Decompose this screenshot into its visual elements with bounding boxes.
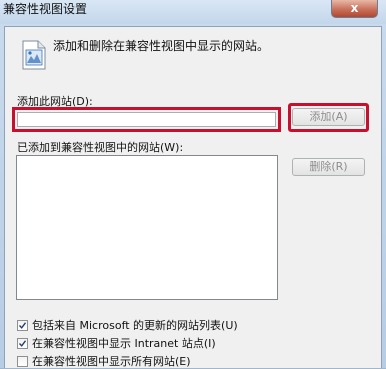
checkbox-label: 在兼容性视图中显示 Intranet 站点(I) <box>32 337 216 350</box>
compat-view-dialog: 兼容性视图设置 x 添加和删除在兼容性视图中显示的网站。 添加此网站(D): 添… <box>0 0 386 368</box>
added-sites-list[interactable] <box>16 155 278 300</box>
checkbox[interactable] <box>17 338 28 349</box>
add-site-label: 添加此网站(D): <box>17 95 93 108</box>
checkbox[interactable] <box>17 356 28 367</box>
add-site-input[interactable] <box>17 112 276 127</box>
checkbox-label: 在兼容性视图中显示所有网站(E) <box>32 355 191 368</box>
added-sites-label: 已添加到兼容性视图中的网站(W): <box>17 141 184 154</box>
delete-button[interactable]: 删除(R) <box>292 158 365 176</box>
close-button[interactable]: x <box>331 0 378 18</box>
checkmark-icon <box>19 322 26 329</box>
close-icon: x <box>350 1 359 15</box>
checkbox-label: 包括来自 Microsoft 的更新的网站列表(U) <box>32 319 238 332</box>
checkbox[interactable] <box>17 320 28 331</box>
window-title: 兼容性视图设置 <box>3 2 88 16</box>
checkmark-icon <box>19 340 26 347</box>
intro-text: 添加和删除在兼容性视图中显示的网站。 <box>53 39 270 53</box>
title-bar[interactable]: 兼容性视图设置 x <box>0 0 386 24</box>
add-button[interactable]: 添加(A) <box>292 108 365 126</box>
document-image-icon <box>22 40 46 70</box>
